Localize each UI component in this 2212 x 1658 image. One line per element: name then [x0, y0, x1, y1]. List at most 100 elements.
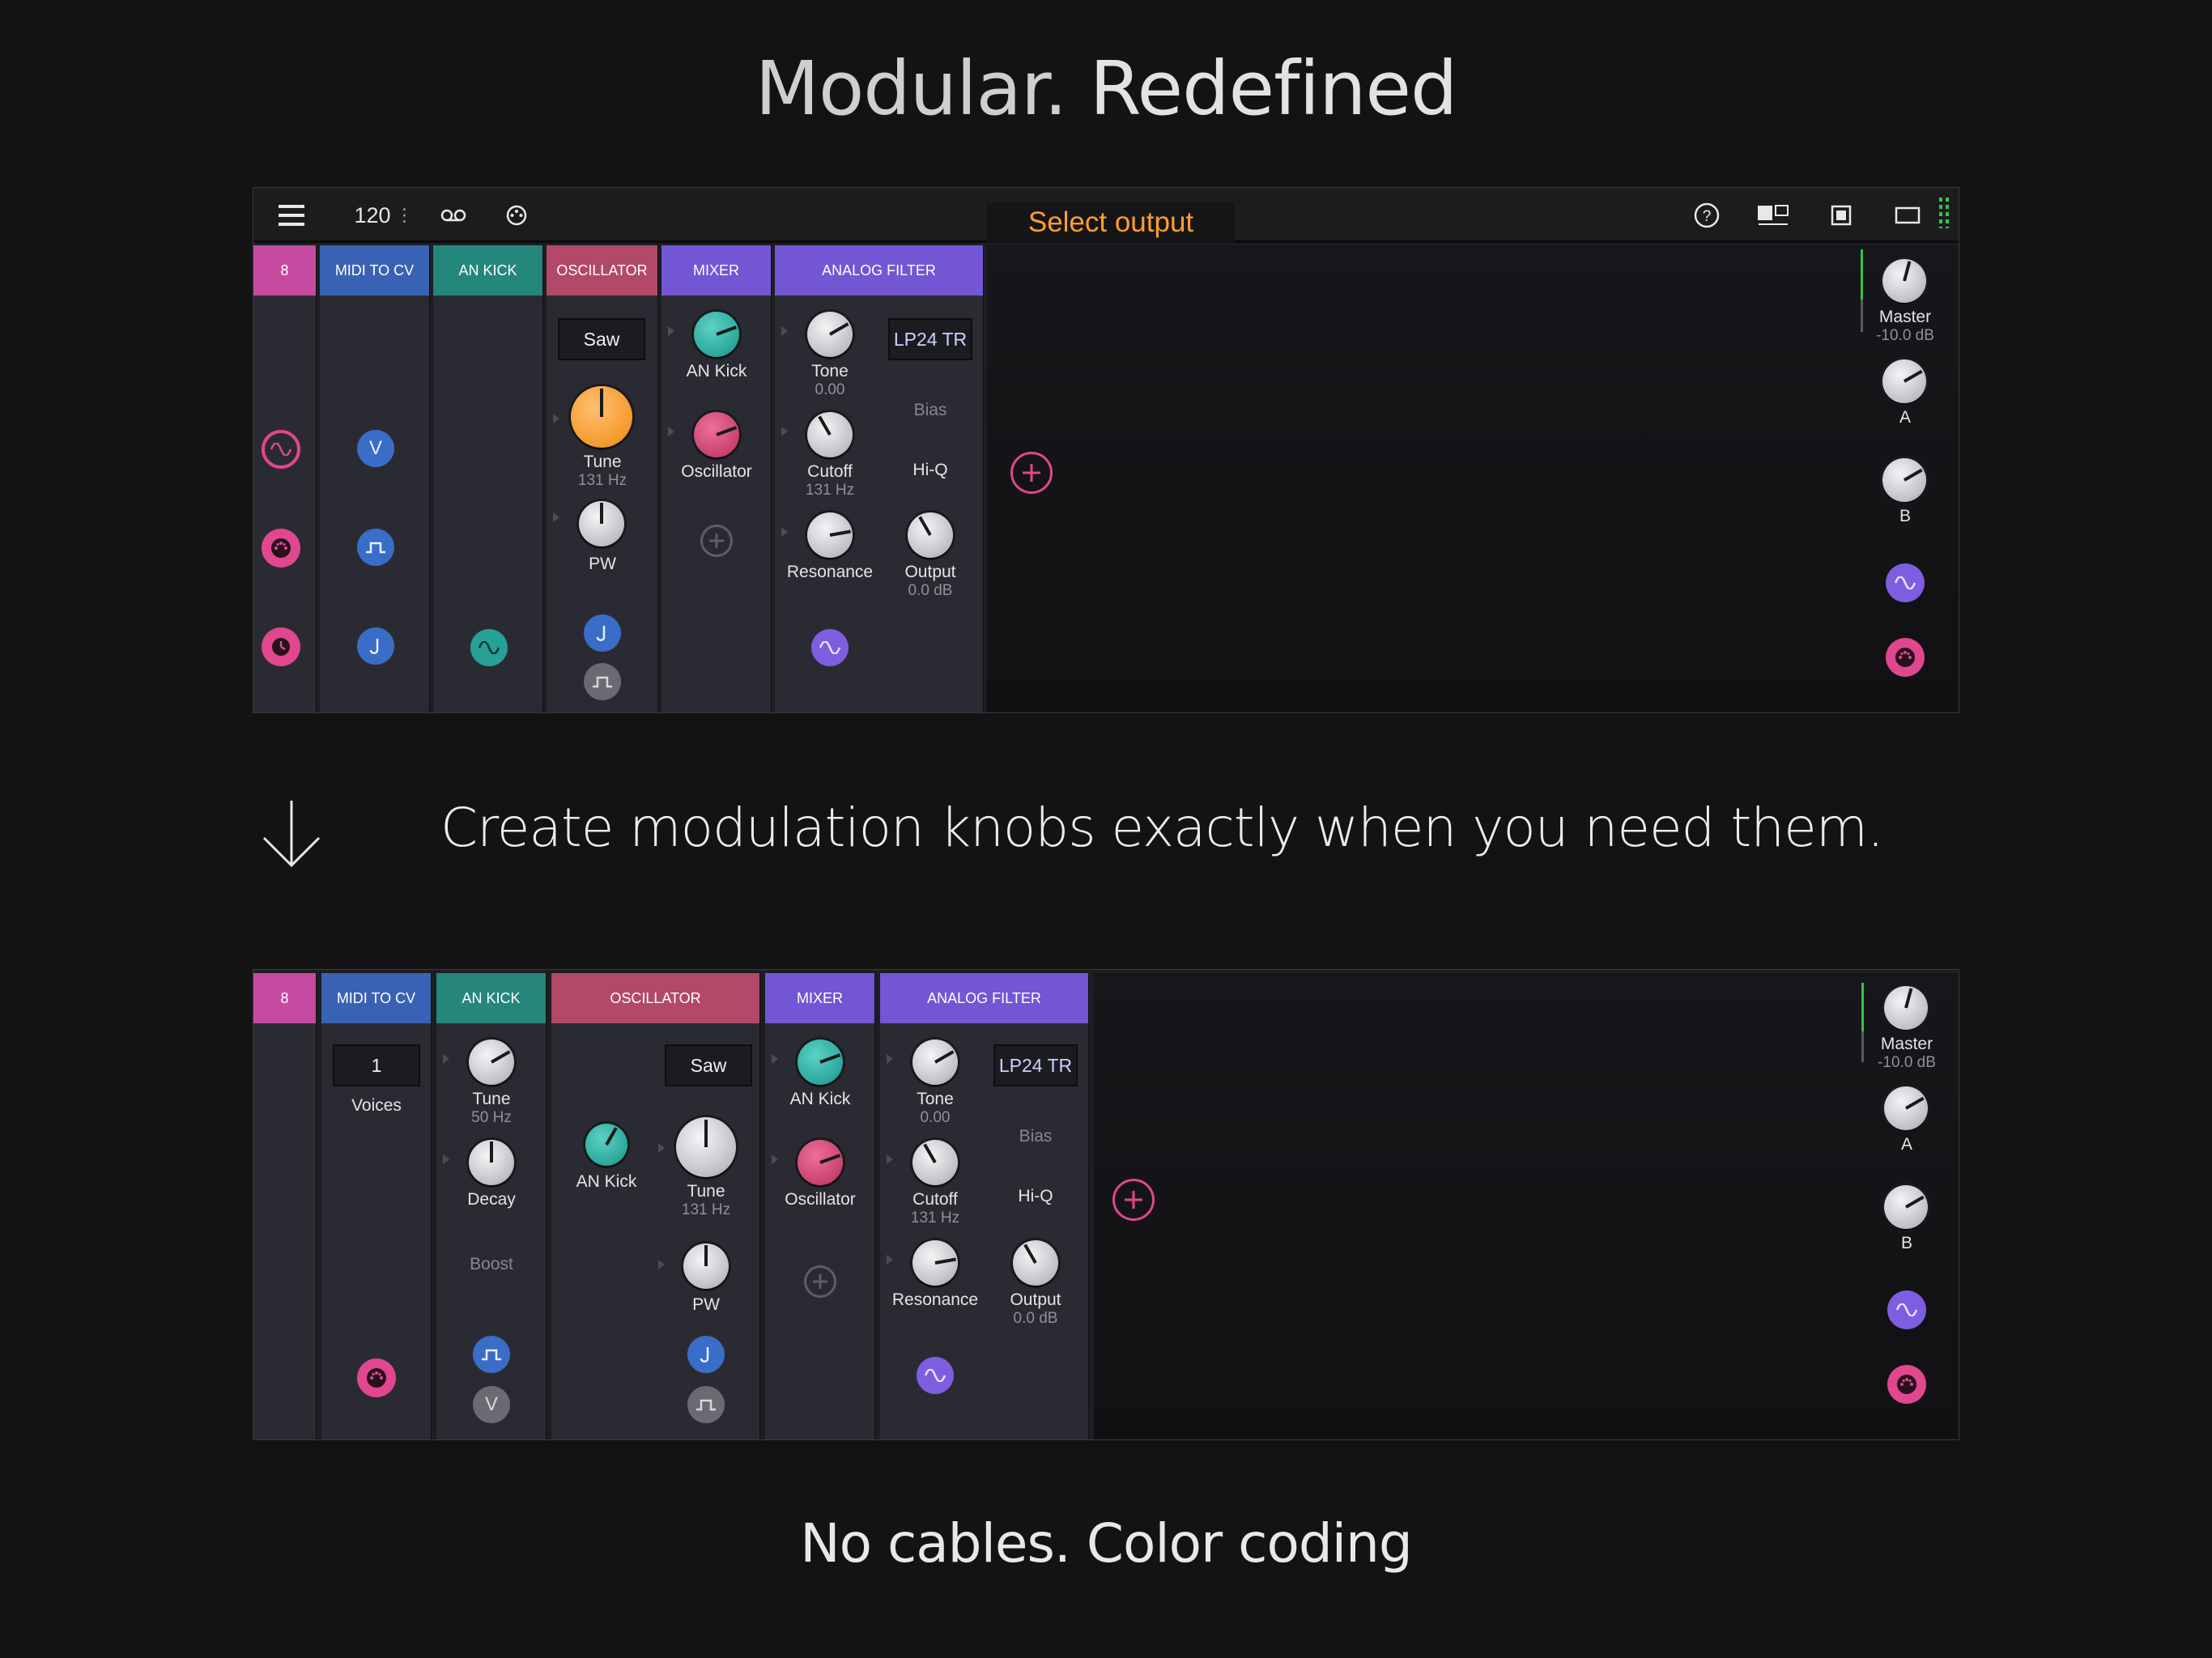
an-kick-level-knob[interactable]: [798, 1039, 843, 1085]
master-midi-port-icon[interactable]: [1887, 1365, 1926, 1404]
hi-q-toggle[interactable]: Hi-Q: [1018, 1187, 1053, 1206]
an-kick-header[interactable]: AN KICK: [433, 245, 542, 295]
decay-label: Decay: [467, 1190, 516, 1209]
fullscreen-icon[interactable]: [1887, 188, 1928, 243]
tone-knob[interactable]: [807, 312, 853, 357]
tune-knob[interactable]: [571, 386, 632, 448]
gate-in-port-icon[interactable]: [687, 1386, 725, 1423]
resonance-knob[interactable]: [912, 1240, 958, 1286]
master-value: -10.0 dB: [1876, 327, 1934, 344]
filter-mode-selector[interactable]: LP24 TR: [888, 318, 972, 360]
kick-tune-knob[interactable]: [469, 1039, 514, 1085]
gate-port-icon[interactable]: [357, 529, 394, 566]
clock-port-icon[interactable]: [262, 627, 300, 666]
output-knob[interactable]: [1013, 1240, 1058, 1286]
tempo-display[interactable]: 120 ⋮: [354, 188, 414, 243]
resonance-knob[interactable]: [807, 512, 853, 558]
pw-knob[interactable]: [683, 1244, 729, 1289]
mixer-header[interactable]: MIXER: [765, 973, 874, 1023]
tempo-dots: ⋮: [395, 205, 414, 225]
tune-knob[interactable]: [676, 1117, 736, 1177]
add-input-button[interactable]: [804, 1265, 836, 1298]
velocity-in-port-icon[interactable]: V: [473, 1386, 510, 1423]
window-icon[interactable]: [1821, 188, 1861, 243]
cutoff-knob[interactable]: [912, 1140, 958, 1185]
master-volume-knob[interactable]: [1884, 986, 1928, 1030]
tone-value: 0.00: [815, 381, 845, 398]
mod-arrow-icon: [443, 1154, 449, 1164]
waveform-selector[interactable]: Saw: [665, 1044, 752, 1086]
pw-label: PW: [589, 555, 616, 573]
midi-icon[interactable]: [496, 188, 537, 243]
output-label: Output: [904, 563, 956, 581]
velocity-port-icon[interactable]: V: [357, 430, 394, 467]
send-b-label: B: [1900, 1234, 1913, 1252]
master-audio-in-port-icon[interactable]: [1887, 1290, 1926, 1329]
headline-part1: Modular.: [755, 45, 1068, 132]
an-kick-header[interactable]: AN KICK: [436, 973, 546, 1023]
pitch-in-port-icon[interactable]: [687, 1336, 725, 1373]
pitch-port-icon[interactable]: [357, 627, 394, 665]
filter-mode-selector[interactable]: LP24 TR: [993, 1044, 1078, 1086]
bias-toggle[interactable]: Bias: [1019, 1127, 1053, 1146]
waveform-selector[interactable]: Saw: [558, 318, 645, 360]
oscillator-header[interactable]: OSCILLATOR: [547, 245, 657, 295]
mixer-title: MIXER: [692, 261, 739, 278]
mod-arrow-icon: [443, 1054, 449, 1064]
help-icon[interactable]: ?: [1687, 188, 1727, 243]
hi-q-toggle[interactable]: Hi-Q: [912, 461, 947, 480]
tape-icon[interactable]: [433, 188, 474, 243]
decay-knob[interactable]: [469, 1140, 514, 1185]
an-kick-level-knob[interactable]: [694, 312, 739, 357]
midi-port-icon[interactable]: [357, 1358, 396, 1397]
select-output-button[interactable]: Select output: [987, 202, 1235, 243]
send-b-knob[interactable]: [1882, 458, 1926, 502]
boost-toggle[interactable]: Boost: [470, 1255, 513, 1274]
layout-icon[interactable]: [1753, 188, 1793, 243]
pitch-in-port-icon[interactable]: [584, 614, 621, 652]
mixer-header[interactable]: MIXER: [661, 245, 771, 295]
send-b-knob[interactable]: [1884, 1185, 1928, 1229]
analog-filter-header[interactable]: ANALOG FILTER: [880, 973, 1088, 1023]
mod-arrow-icon: [781, 326, 788, 336]
cutoff-knob[interactable]: [807, 412, 853, 457]
filter-out-port-icon[interactable]: [811, 629, 849, 666]
tone-knob[interactable]: [912, 1039, 958, 1085]
add-module-button[interactable]: [1010, 452, 1053, 494]
master-audio-in-port-icon[interactable]: [1886, 563, 1925, 602]
voices-selector[interactable]: 1: [333, 1044, 420, 1086]
add-module-button[interactable]: [1112, 1179, 1155, 1221]
gate-in-port-icon[interactable]: [473, 1336, 510, 1373]
an-kick-title: AN KICK: [458, 261, 517, 278]
midi-port-icon[interactable]: [262, 529, 300, 568]
mod-arrow-icon: [553, 512, 559, 522]
output-value: 0.0 dB: [908, 582, 953, 599]
sine-port-icon[interactable]: [262, 430, 300, 469]
oscillator-level-label: Oscillator: [785, 1190, 856, 1209]
output-knob[interactable]: [908, 512, 953, 558]
audio-out-port-icon[interactable]: [470, 629, 508, 666]
analog-filter-header[interactable]: ANALOG FILTER: [775, 245, 983, 295]
gate-in-port-icon[interactable]: [584, 663, 621, 700]
bias-toggle[interactable]: Bias: [914, 401, 947, 420]
master-midi-port-icon[interactable]: [1886, 638, 1925, 677]
menu-icon[interactable]: [271, 188, 312, 243]
footer-caption: No cables. Color coding: [800, 1512, 1413, 1575]
add-input-button[interactable]: [700, 525, 733, 557]
an-kick-mod-knob[interactable]: [585, 1124, 627, 1166]
master-volume-knob[interactable]: [1882, 259, 1926, 303]
oscillator-level-knob[interactable]: [798, 1140, 843, 1185]
filter-out-port-icon[interactable]: [917, 1357, 954, 1394]
channel-number: 8: [280, 989, 289, 1006]
midi-to-cv-header[interactable]: MIDI TO CV: [321, 973, 431, 1023]
mod-arrow-icon: [658, 1143, 665, 1153]
tone-value: 0.00: [920, 1109, 951, 1126]
pw-knob[interactable]: [579, 501, 624, 546]
oscillator-level-knob[interactable]: [694, 412, 739, 457]
send-a-knob[interactable]: [1882, 359, 1926, 403]
channel-header[interactable]: 8: [253, 973, 316, 1023]
oscillator-header[interactable]: OSCILLATOR: [551, 973, 759, 1023]
send-a-knob[interactable]: [1884, 1086, 1928, 1130]
midi-to-cv-header[interactable]: MIDI TO CV: [320, 245, 429, 295]
channel-header[interactable]: 8: [253, 245, 316, 295]
